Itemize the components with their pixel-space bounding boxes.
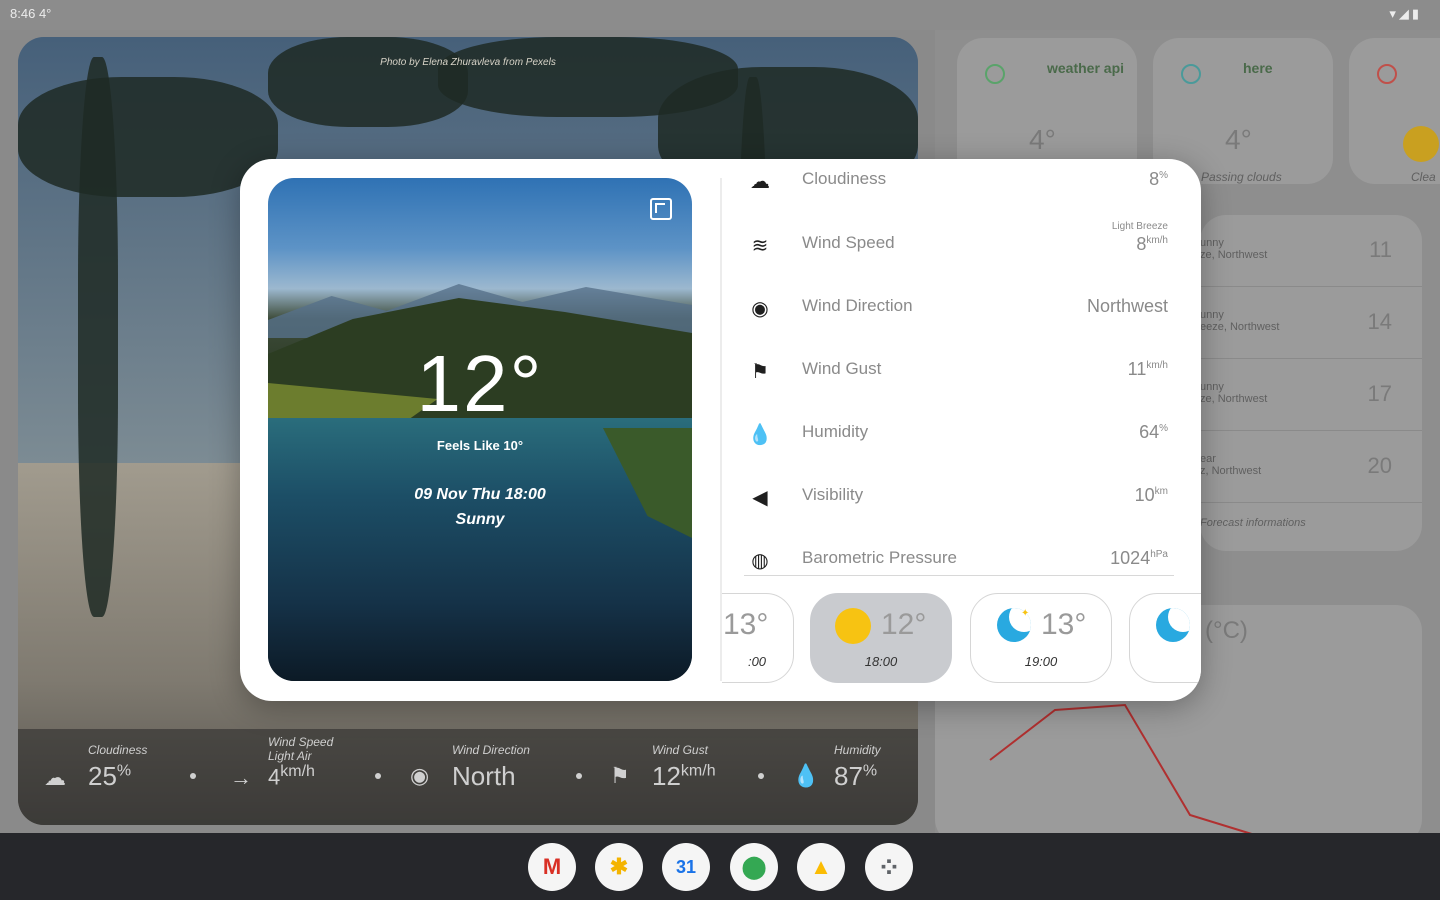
detail-row-wind-speed: ≋ Wind Speed Light Breeze 8km/h: [734, 221, 1174, 284]
sun-icon: [835, 608, 871, 644]
weather-detail-dialog: 12° Feels Like 10° 09 Nov Thu 18:00 Sunn…: [240, 159, 1201, 701]
star-icon: ✦: [1021, 608, 1030, 619]
wind-speed-icon: →: [230, 765, 252, 790]
compass-icon: ◉: [751, 297, 769, 320]
provider-radio: [1181, 64, 1201, 84]
calendar-icon[interactable]: 31: [662, 843, 710, 891]
apps-icon[interactable]: ⁘: [865, 843, 913, 891]
provider-logo: weather api: [1047, 60, 1125, 76]
detail-row-wind-gust: ⚑ Wind Gust 11km/h: [734, 347, 1174, 410]
provider-radio: [1377, 64, 1397, 84]
provider-card-third: Clea: [1349, 38, 1440, 184]
moon-icon: [1156, 608, 1190, 642]
current-temperature: 12°: [416, 339, 544, 428]
hourly-forecast-carousel[interactable]: 13° :00 12° 18:00 ✦ 13° 19:00 20: [722, 593, 1201, 685]
humidity-icon: 💧: [747, 423, 773, 446]
temperature-chart: [989, 703, 1256, 836]
system-status-icons: ▾◢▮: [1389, 6, 1422, 21]
sun-icon: [1403, 126, 1439, 162]
photos-icon[interactable]: ✱: [595, 843, 643, 891]
detail-row-humidity: 💧 Humidity 64%: [734, 410, 1174, 473]
cloud-icon: ☁: [44, 765, 66, 790]
status-time: 8:46: [10, 6, 36, 21]
weather-condition: Sunny: [455, 511, 505, 528]
detail-row-cloudiness: ☁ Cloudiness 8%: [734, 167, 1174, 217]
gmail-icon[interactable]: M: [528, 843, 576, 891]
status-bar: 8:46 4° ▾◢▮: [0, 0, 1440, 30]
background-details-strip: ☁ Cloudiness 25% → Wind Speed Light Air …: [18, 729, 918, 825]
wind-speed-icon: ≋: [751, 234, 769, 257]
forecast-list-card: unny ze, Northwest 11 unny eeze, Northwes…: [1200, 215, 1422, 551]
hourly-card-selected[interactable]: 12° 18:00: [810, 593, 952, 683]
visibility-icon: ◀: [752, 486, 768, 509]
current-weather-hero: 12° Feels Like 10° 09 Nov Thu 18:00 Sunn…: [268, 178, 692, 681]
detail-row-pressure: ◍ Barometric Pressure 1024hPa: [734, 536, 1174, 576]
detail-row-visibility: ◀ Visibility 10km: [734, 473, 1174, 536]
provider-logo: here: [1243, 60, 1273, 76]
humidity-icon: 💧: [792, 763, 820, 788]
photo-credit: Photo by Elena Zhuravleva from Pexels: [380, 57, 556, 68]
provider-radio: [985, 64, 1005, 84]
weather-details-list: ☁ Cloudiness 8% ≋ Wind Speed Light Breez…: [734, 159, 1174, 577]
status-temp: 4°: [38, 6, 52, 21]
wind-gust-icon: ⚑: [610, 763, 630, 788]
feels-like: Feels Like 10°: [436, 438, 524, 453]
hourly-card[interactable]: ✦ 13° 19:00: [970, 593, 1112, 683]
cloud-icon: ☁: [750, 170, 770, 193]
pressure-icon: ◍: [751, 549, 769, 572]
drive-icon[interactable]: ▲: [797, 843, 845, 891]
compass-icon: ◉: [410, 763, 430, 788]
maps-icon[interactable]: ⬤: [730, 843, 778, 891]
app-dock: M ✱ 31 ⬤ ▲ ⁘: [0, 833, 1440, 900]
detail-row-wind-direction: ◉ Wind Direction Northwest: [734, 284, 1174, 347]
wind-gust-icon: ⚑: [751, 360, 769, 383]
forecast-datetime: 09 Nov Thu 18:00: [414, 486, 546, 503]
expand-icon[interactable]: [650, 198, 672, 220]
hourly-card[interactable]: 13° :00: [722, 593, 794, 683]
hourly-card[interactable]: 20: [1129, 593, 1201, 683]
